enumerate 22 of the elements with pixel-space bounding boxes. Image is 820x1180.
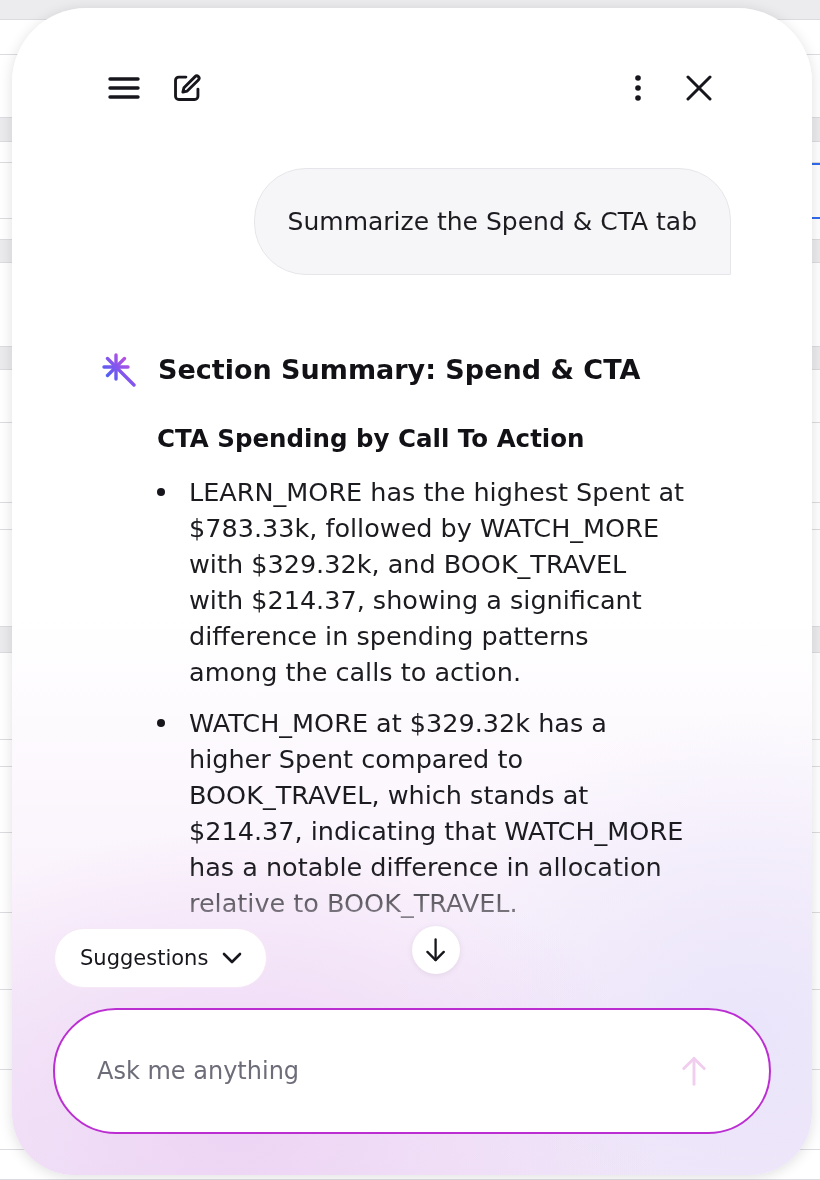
sparkle-wand-icon — [102, 353, 136, 387]
arrow-up-icon — [682, 1056, 706, 1086]
chevron-down-icon — [222, 952, 243, 964]
scroll-down-button[interactable] — [412, 926, 460, 974]
close-button[interactable] — [686, 75, 712, 101]
answer-title: Section Summary: Spend & CTA — [158, 353, 641, 387]
user-message-bubble: Summarize the Spend & CTA tab — [253, 168, 731, 275]
message-input[interactable]: Ask me anything — [53, 1008, 771, 1134]
suggestions-button[interactable]: Suggestions — [54, 928, 268, 988]
arrow-down-icon — [426, 938, 446, 962]
bullet-icon — [157, 719, 165, 727]
answer-paragraph: WATCH_MORE at $329.32k has a higher Spent compared to BOOK_TRAVEL, which stands at $214.37, indicating that WATCH_MORE has a notable difference in allocation relative to BOOK_TRAVEL. — [189, 707, 685, 920]
bullet-icon — [157, 488, 165, 496]
more-options-icon — [635, 75, 641, 101]
menu-icon — [108, 77, 140, 99]
edit-icon — [173, 74, 201, 102]
answer-paragraph: LEARN_MORE has the highest Spent at $783.33k, followed by WATCH_MORE with $329.32k, and BOOK_TRAVEL with $214.37, showing a significant difference in spending patterns among the calls to action. — [189, 476, 685, 689]
more-options-button[interactable] — [635, 75, 641, 101]
menu-button[interactable] — [108, 77, 140, 99]
section-heading: CTA Spending by Call To Action — [157, 423, 585, 455]
close-icon — [686, 75, 712, 101]
new-chat-button[interactable] — [173, 74, 201, 102]
